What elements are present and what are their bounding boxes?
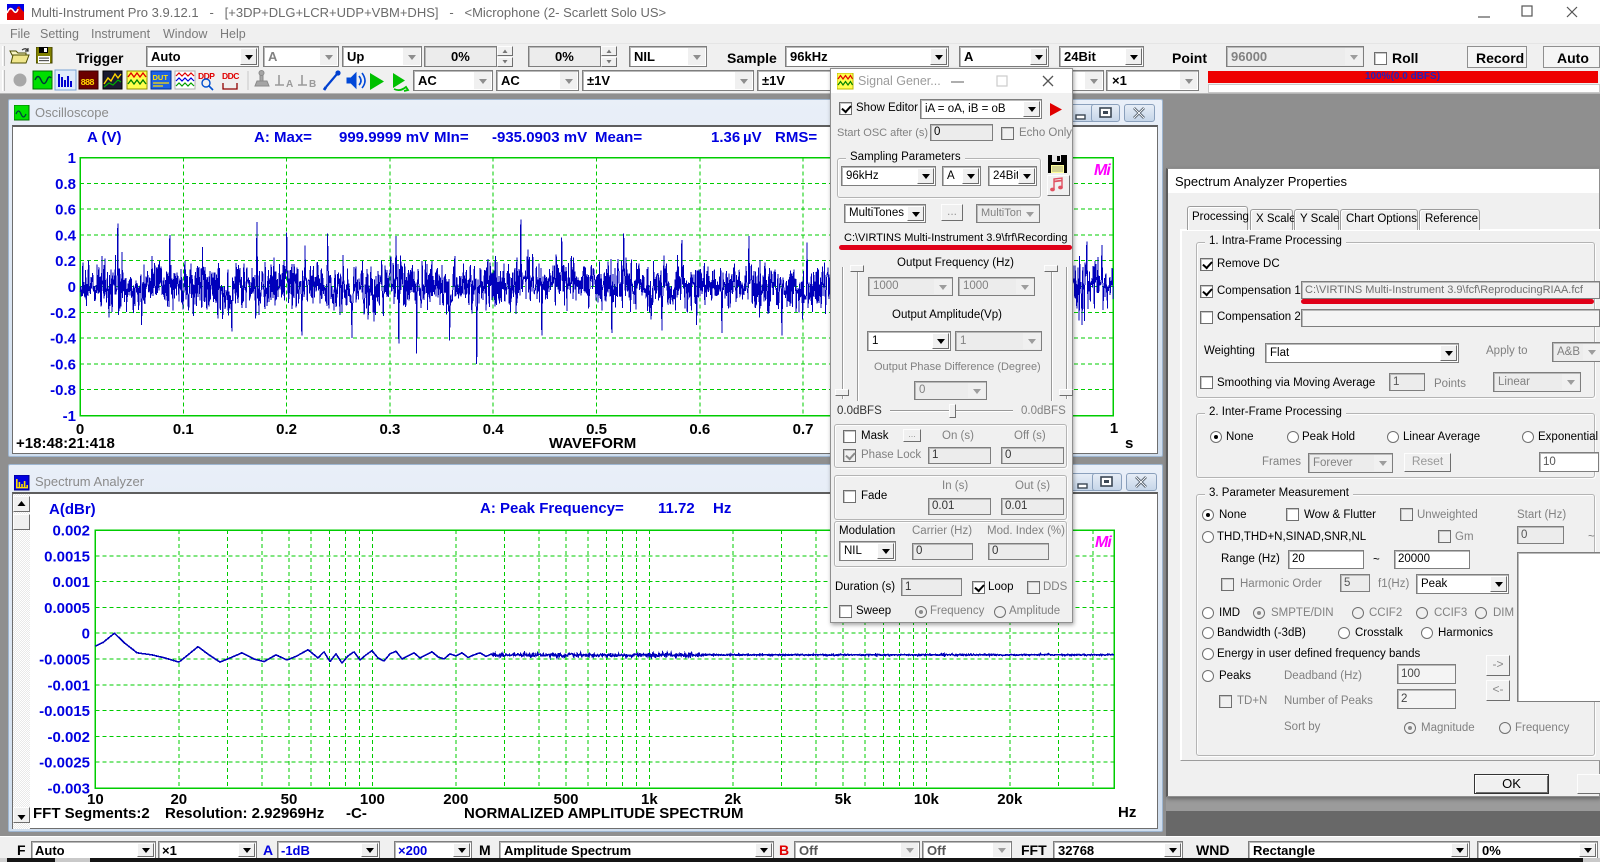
svg-text:-0.2: -0.2 <box>50 305 76 322</box>
svg-text:0.0005: 0.0005 <box>44 600 90 617</box>
svg-text:+18:48:21:418: +18:48:21:418 <box>16 435 115 452</box>
svg-text:0.2: 0.2 <box>276 421 297 438</box>
svg-text:Hz: Hz <box>1118 804 1136 821</box>
svg-text:1: 1 <box>1110 420 1118 437</box>
svg-text:0.4: 0.4 <box>55 227 77 244</box>
svg-text:0.0015: 0.0015 <box>44 548 90 565</box>
svg-text:DDC: DDC <box>222 71 239 81</box>
svg-text:-0.6: -0.6 <box>50 356 76 373</box>
svg-text:0.001: 0.001 <box>52 574 90 591</box>
svg-text:0.002: 0.002 <box>52 523 90 540</box>
svg-text:20k: 20k <box>997 791 1023 808</box>
svg-text:1.36: 1.36 <box>711 129 740 146</box>
svg-text:0.4: 0.4 <box>483 421 505 438</box>
svg-text:-0.003: -0.003 <box>47 781 90 798</box>
svg-text:A (V): A (V) <box>87 129 121 146</box>
svg-text:µV: µV <box>743 129 762 146</box>
svg-text:0: 0 <box>68 279 76 296</box>
svg-text:888: 888 <box>81 78 95 88</box>
svg-text:Hz: Hz <box>713 500 731 517</box>
svg-text:0.6: 0.6 <box>55 202 76 219</box>
svg-text:0.3: 0.3 <box>379 421 400 438</box>
svg-text:Mi: Mi <box>1094 162 1111 179</box>
svg-text:999.9999 mV: 999.9999 mV <box>339 129 429 146</box>
svg-text:10k: 10k <box>914 791 940 808</box>
svg-text:Resolution: 2.92969Hz: Resolution: 2.92969Hz <box>165 805 324 822</box>
svg-text:-0.0025: -0.0025 <box>39 755 90 772</box>
svg-text:-0.0005: -0.0005 <box>39 652 90 669</box>
svg-text:-0.0015: -0.0015 <box>39 703 90 720</box>
svg-text:0: 0 <box>82 626 90 643</box>
svg-text:MIn=: MIn= <box>434 129 469 146</box>
svg-text:Mean=: Mean= <box>595 129 642 146</box>
svg-text:0.7: 0.7 <box>793 421 814 438</box>
svg-text:WAVEFORM: WAVEFORM <box>549 435 636 452</box>
svg-text:-0.002: -0.002 <box>47 729 90 746</box>
svg-text:-935.0903 mV: -935.0903 mV <box>492 129 587 146</box>
svg-text:s: s <box>1125 435 1133 452</box>
svg-text:5k: 5k <box>835 791 852 808</box>
svg-text:NORMALIZED AMPLITUDE SPECTRUM: NORMALIZED AMPLITUDE SPECTRUM <box>464 805 743 822</box>
svg-text:A: Max=: A: Max= <box>254 129 312 146</box>
svg-text:-0.001: -0.001 <box>47 677 90 694</box>
svg-text:1: 1 <box>68 150 76 167</box>
svg-text:DUT: DUT <box>153 73 169 82</box>
svg-text:-C-: -C- <box>346 805 367 822</box>
svg-text:RMS=: RMS= <box>775 129 817 146</box>
svg-text:0.2: 0.2 <box>55 253 76 270</box>
svg-text:0.8: 0.8 <box>55 176 76 193</box>
svg-text:-1: -1 <box>63 408 76 425</box>
svg-text:B: B <box>309 79 316 90</box>
svg-text:Mi: Mi <box>1095 534 1112 551</box>
svg-text:A: Peak Frequency=: A: Peak Frequency= <box>480 500 624 517</box>
svg-text:-0.8: -0.8 <box>50 382 76 399</box>
svg-text:0.1: 0.1 <box>173 421 194 438</box>
svg-text:11.72: 11.72 <box>658 500 695 517</box>
svg-text:FFT Segments:2: FFT Segments:2 <box>33 805 150 822</box>
svg-text:A(dBr): A(dBr) <box>49 501 96 518</box>
svg-text:A: A <box>286 79 293 90</box>
svg-text:-0.4: -0.4 <box>50 331 77 348</box>
svg-text:0.6: 0.6 <box>689 421 710 438</box>
